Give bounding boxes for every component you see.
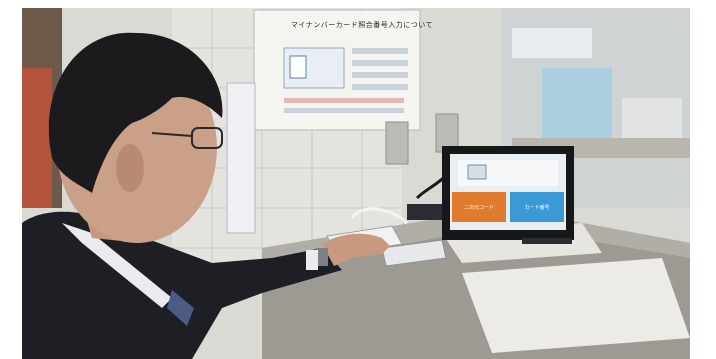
usb-hub [407,204,443,220]
poster-text-line [352,72,408,78]
poster-text-line [352,48,408,54]
wall-plate [385,121,409,165]
poster-card-graphic [289,55,307,79]
poster-text-line [284,98,404,103]
scene [22,8,690,359]
poster-title: マイナンバーカード照合番号入力について [290,21,434,29]
ear [116,144,144,192]
side-sign [226,82,256,234]
poster-text-line [352,60,408,66]
tablet-stand [522,238,572,244]
paper-sheet [462,258,690,353]
poster-text-line [284,108,404,113]
tablet-button-card-number-label: カード番号 [524,205,550,211]
printer [512,28,592,58]
poster-text-line [352,84,408,90]
door-panel [22,68,52,208]
card-graphic [467,164,487,180]
tablet-button-qr-label: 二次元コード [463,205,494,211]
office-printer [622,98,682,143]
file-box [542,68,612,138]
photo: マイナンバーカード照合番号入力について 二次元コード カード番号 [22,8,690,359]
shirt-cuff [306,250,318,270]
